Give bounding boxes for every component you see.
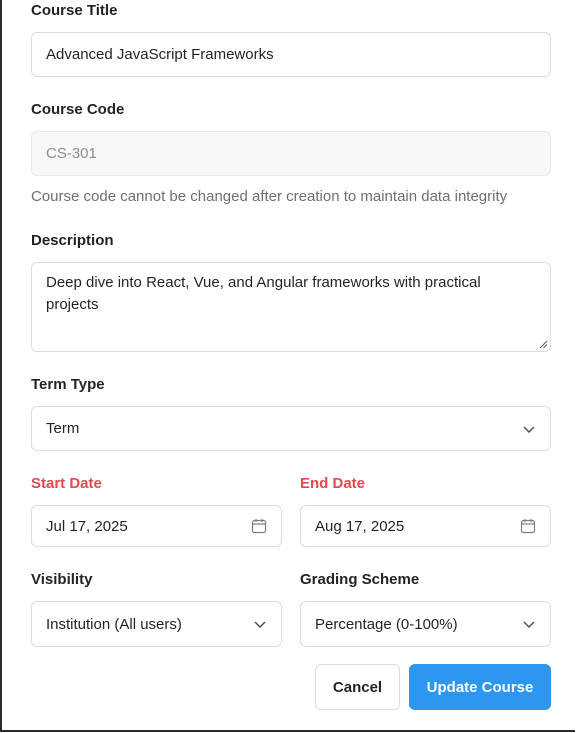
- term-type-select[interactable]: Term: [31, 406, 551, 451]
- edit-course-dialog: Course Title Advanced JavaScript Framewo…: [0, 0, 575, 732]
- description-label: Description: [31, 232, 114, 249]
- course-title-input[interactable]: Advanced JavaScript Frameworks: [31, 32, 551, 77]
- description-textarea[interactable]: Deep dive into React, Vue, and Angular f…: [31, 262, 551, 352]
- term-type-label: Term Type: [31, 376, 105, 393]
- start-date-value: Jul 17, 2025: [46, 517, 128, 535]
- visibility-label: Visibility: [31, 571, 93, 588]
- end-date-value: Aug 17, 2025: [315, 517, 405, 535]
- grading-scheme-value: Percentage (0-100%): [315, 615, 458, 633]
- course-title-label: Course Title: [31, 2, 118, 19]
- course-title-value: Advanced JavaScript Frameworks: [46, 46, 274, 63]
- grading-scheme-label: Grading Scheme: [300, 571, 420, 588]
- start-date-input[interactable]: Jul 17, 2025: [31, 505, 282, 547]
- cancel-button[interactable]: Cancel: [315, 664, 400, 710]
- update-course-button[interactable]: Update Course: [409, 664, 551, 710]
- chevron-down-icon: [522, 422, 536, 436]
- term-type-value: Term: [46, 420, 80, 437]
- end-date-input[interactable]: Aug 17, 2025: [300, 505, 551, 547]
- chevron-down-icon: [522, 617, 536, 631]
- course-code-helper-text: Course code cannot be changed after crea…: [31, 188, 508, 205]
- description-value: Deep dive into React, Vue, and Angular f…: [46, 274, 481, 313]
- chevron-down-icon: [253, 617, 267, 631]
- resize-handle-icon[interactable]: [538, 339, 548, 349]
- end-date-label: End Date: [300, 475, 366, 492]
- calendar-icon[interactable]: [520, 518, 536, 534]
- course-code-label: Course Code: [31, 101, 125, 118]
- course-code-input: CS-301: [31, 131, 551, 176]
- calendar-icon[interactable]: [251, 518, 267, 534]
- course-code-value: CS-301: [46, 145, 97, 162]
- visibility-select[interactable]: Institution (All users): [31, 601, 282, 647]
- visibility-value: Institution (All users): [46, 615, 182, 633]
- grading-scheme-select[interactable]: Percentage (0-100%): [300, 601, 551, 647]
- start-date-label: Start Date: [31, 475, 102, 492]
